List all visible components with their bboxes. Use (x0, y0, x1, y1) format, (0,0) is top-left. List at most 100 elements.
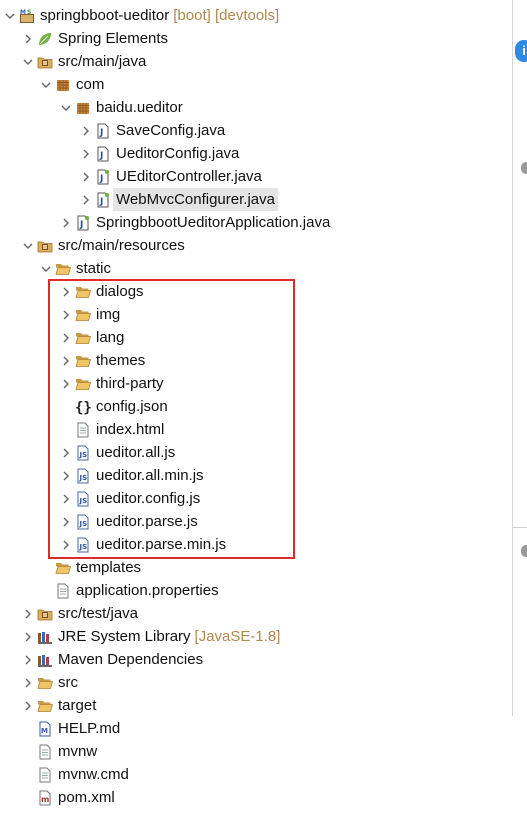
java-file-icon: J (94, 165, 112, 188)
tree-item-themes[interactable]: themes (58, 349, 145, 372)
folder-icon (74, 349, 92, 372)
maven-boot-project-icon: M S (18, 4, 36, 27)
js-file-icon: JS (74, 464, 92, 487)
tree-item-label: config.json (96, 398, 168, 415)
svg-text:JS: JS (79, 543, 88, 551)
tree-item-third-party[interactable]: third-party (58, 372, 164, 395)
chevron-right-icon[interactable] (58, 211, 74, 234)
chevron-right-icon[interactable] (20, 694, 36, 717)
chevron-right-icon[interactable] (58, 326, 74, 349)
tree-item-dialogs[interactable]: dialogs (58, 280, 144, 303)
chevron-right-icon[interactable] (58, 487, 74, 510)
folder-icon (36, 671, 54, 694)
tree-item-ueditor-parse-min-js[interactable]: JS ueditor.parse.min.js (58, 533, 226, 556)
tree-item-maven-dependencies[interactable]: Maven Dependencies (20, 648, 203, 671)
tree-item-ueditorcontroller[interactable]: J UEditorController.java (78, 165, 262, 188)
tree-item-help-md[interactable]: M HELP.md (20, 717, 120, 740)
tree-item-baidu-ueditor[interactable]: baidu.ueditor (58, 96, 183, 119)
chevron-right-icon[interactable] (78, 142, 94, 165)
tree-item-index-html[interactable]: index.html (58, 418, 164, 441)
chevron-right-icon[interactable] (78, 165, 94, 188)
tree-item-static[interactable]: static (38, 257, 111, 280)
tree-item-ueditorconfig[interactable]: J UeditorConfig.java (78, 142, 239, 165)
edge-indicator-icon (521, 545, 527, 557)
text-file-icon (36, 740, 54, 763)
chevron-right-icon[interactable] (20, 625, 36, 648)
tree-item-label: src (58, 674, 78, 691)
tree-item-img[interactable]: img (58, 303, 120, 326)
tree-item-label: src/test/java (58, 605, 139, 622)
chevron-right-icon[interactable] (78, 119, 94, 142)
chevron-right-icon[interactable] (58, 464, 74, 487)
source-folder-icon (36, 234, 54, 257)
tree-item-target[interactable]: target (20, 694, 96, 717)
tree-item-pom-xml[interactable]: m pom.xml (20, 786, 115, 809)
library-icon (36, 625, 54, 648)
tree-item-lang[interactable]: lang (58, 326, 124, 349)
tree-item-label: themes (96, 352, 146, 369)
chevron-down-icon[interactable] (20, 234, 36, 257)
tree-item-ueditor-parse-js[interactable]: JS ueditor.parse.js (58, 510, 198, 533)
tree-item-ueditor-config-js[interactable]: JS ueditor.config.js (58, 487, 200, 510)
chevron-right-icon[interactable] (58, 441, 74, 464)
tree-item-ueditor-all-min-js[interactable]: JS ueditor.all.min.js (58, 464, 204, 487)
text-file-icon (54, 579, 72, 602)
tree-item-templates[interactable]: templates (38, 556, 141, 579)
chevron-down-icon[interactable] (58, 96, 74, 119)
svg-text:JS: JS (79, 474, 88, 482)
chevron-right-icon[interactable] (58, 510, 74, 533)
tree-item-label: pom.xml (58, 789, 115, 806)
folder-icon (54, 556, 72, 579)
tree-item-project[interactable]: M S springbboot-ueditor [boot] [devtools… (2, 4, 279, 27)
edge-indicator-icon (521, 162, 527, 174)
tree-item-ueditor-all-js[interactable]: JS ueditor.all.js (58, 441, 175, 464)
tree-item-label: baidu.ueditor (96, 99, 183, 116)
chevron-right-icon[interactable] (78, 188, 94, 211)
tree-item-config-json[interactable]: {} config.json (58, 395, 168, 418)
tree-item-src[interactable]: src (20, 671, 78, 694)
svg-text:M: M (20, 9, 26, 16)
svg-text:m: m (41, 795, 49, 804)
chevron-down-icon[interactable] (20, 50, 36, 73)
chevron-right-icon[interactable] (58, 349, 74, 372)
tree-item-src-main-java[interactable]: src/main/java (20, 50, 146, 73)
java-file-icon: J (94, 142, 112, 165)
tree-item-label: SaveConfig.java (116, 122, 226, 139)
svg-text:JS: JS (79, 451, 88, 459)
text-file-icon (36, 763, 54, 786)
tree-item-saveconfig[interactable]: J SaveConfig.java (78, 119, 225, 142)
package-icon (54, 73, 72, 96)
info-icon: i (515, 40, 527, 62)
tree-item-src-main-resources[interactable]: src/main/resources (20, 234, 185, 257)
chevron-right-icon[interactable] (20, 27, 36, 50)
chevron-down-icon[interactable] (38, 73, 54, 96)
svg-text:{}: {} (75, 400, 91, 415)
svg-text:M: M (41, 727, 48, 735)
json-braces-icon: {} (74, 395, 92, 418)
tree-item-com[interactable]: com (38, 73, 104, 96)
tree-item-application-class[interactable]: J SpringbbootUeditorApplication.java (58, 211, 330, 234)
folder-icon (74, 303, 92, 326)
library-icon (36, 648, 54, 671)
tree-item-label: ueditor.parse.js (96, 513, 198, 530)
chevron-right-icon[interactable] (58, 533, 74, 556)
svg-text:J: J (99, 128, 103, 138)
tree-item-jre-system-library[interactable]: JRE System Library [JavaSE-1.8] (20, 625, 280, 648)
chevron-down-icon[interactable] (2, 4, 18, 27)
chevron-right-icon[interactable] (58, 372, 74, 395)
chevron-right-icon[interactable] (20, 671, 36, 694)
chevron-right-icon[interactable] (58, 303, 74, 326)
tree-item-label: dialogs (96, 283, 144, 300)
tree-item-label: img (96, 306, 121, 323)
js-file-icon: JS (74, 441, 92, 464)
tree-item-src-test-java[interactable]: src/test/java (20, 602, 138, 625)
chevron-right-icon[interactable] (58, 280, 74, 303)
chevron-down-icon[interactable] (38, 257, 54, 280)
tree-item-application-properties[interactable]: application.properties (38, 579, 219, 602)
tree-item-spring-elements[interactable]: Spring Elements (20, 27, 168, 50)
tree-item-mvnw[interactable]: mvnw (20, 740, 97, 763)
chevron-right-icon[interactable] (20, 648, 36, 671)
tree-item-mvnw-cmd[interactable]: mvnw.cmd (20, 763, 129, 786)
tree-item-webmvcconfigurer[interactable]: J WebMvcConfigurer.java (78, 188, 278, 211)
chevron-right-icon[interactable] (20, 602, 36, 625)
